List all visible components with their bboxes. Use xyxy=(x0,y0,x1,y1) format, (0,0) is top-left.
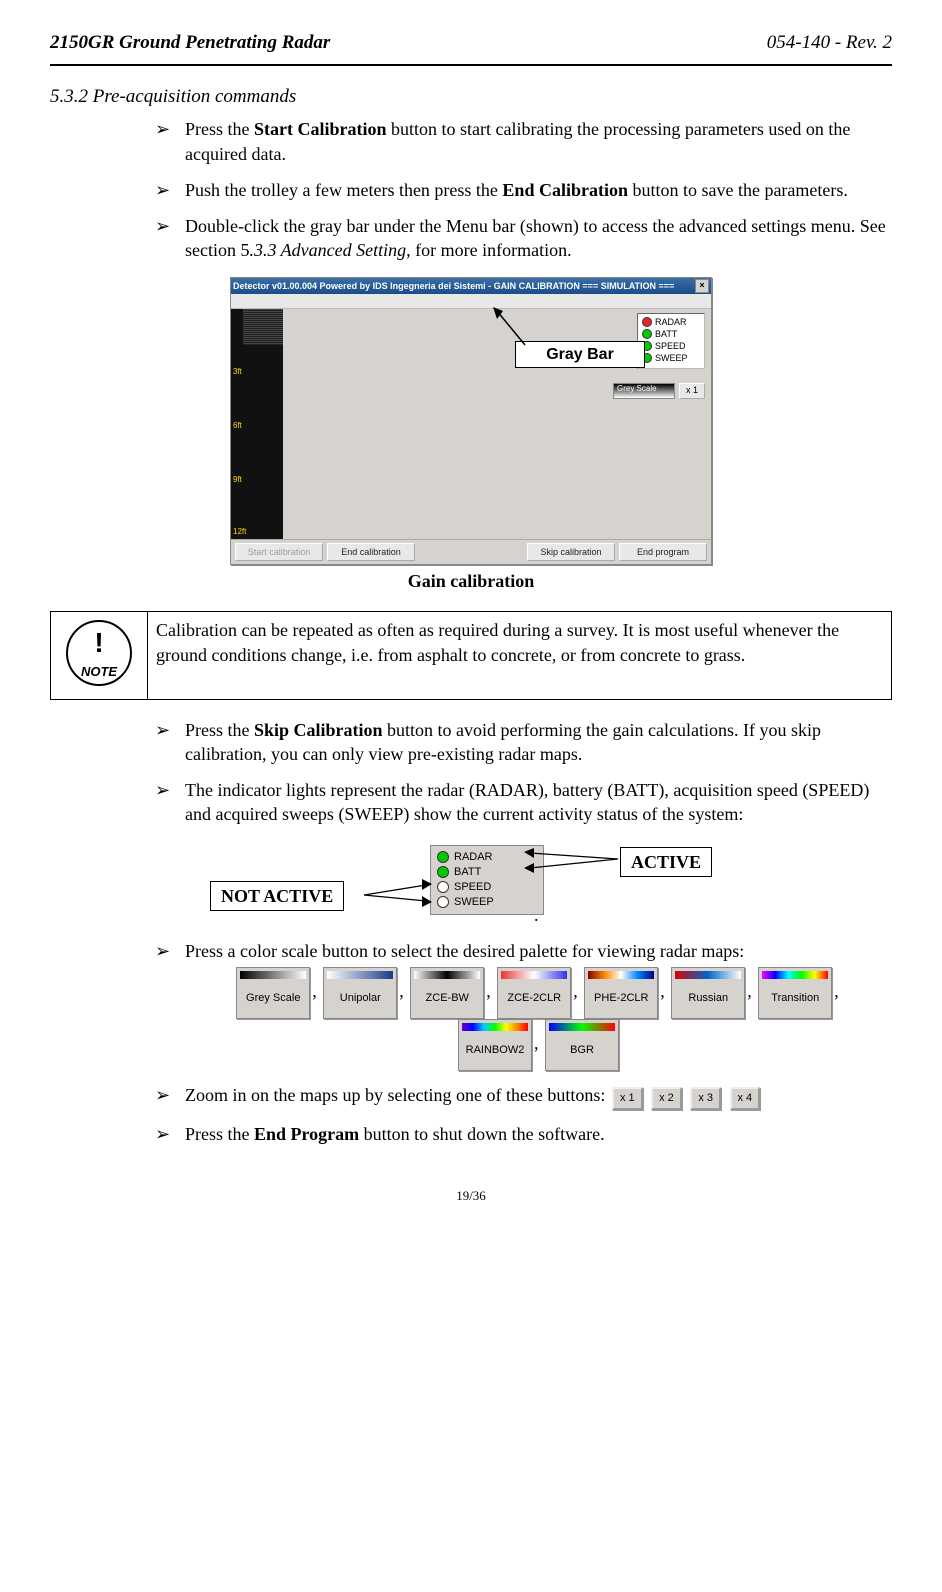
list-item: Push the trolley a few meters then press… xyxy=(155,178,892,202)
list-item: Zoom in on the maps up by selecting one … xyxy=(155,1083,892,1110)
section-heading: 5.3.2 Pre-acquisition commands xyxy=(50,84,892,110)
indicator-row: SWEEP xyxy=(437,895,537,910)
end-program-button[interactable]: End program xyxy=(619,543,707,561)
indicator-diagram: RADAR BATT SPEED SWEEP . ACTIVE NOT ACTI… xyxy=(50,841,892,921)
bullet-list-a: Press the Start Calibration button to st… xyxy=(50,117,892,262)
indicator-row: RADAR xyxy=(437,850,537,865)
app-window: Detector v01.00.004 Powered by IDS Ingeg… xyxy=(230,277,712,565)
bullet-list-c: Press a color scale button to select the… xyxy=(50,939,892,1147)
dot-icon xyxy=(642,329,652,339)
figure-caption: Gain calibration xyxy=(50,569,892,593)
label-active: ACTIVE xyxy=(620,847,712,877)
radar-noise xyxy=(243,309,283,345)
radar-strip: 3ft 6ft 9ft 12ft xyxy=(231,309,283,539)
dot-icon xyxy=(437,866,449,878)
swatch-icon xyxy=(762,971,828,979)
end-calibration-button[interactable]: End calibration xyxy=(327,543,415,561)
swatch-icon xyxy=(462,1023,528,1031)
indicator-row: SPEED xyxy=(437,880,537,895)
list-item: Press the Start Calibration button to st… xyxy=(155,117,892,166)
header-right: 054-140 - Rev. 2 xyxy=(767,30,892,56)
status-row: SPEED xyxy=(642,340,700,352)
figure-gain-calibration: Detector v01.00.004 Powered by IDS Ingeg… xyxy=(50,277,892,565)
start-calibration-button[interactable]: Start calibration xyxy=(235,543,323,561)
palette-unipolar[interactable]: Unipolar xyxy=(323,967,397,1019)
swatch-icon xyxy=(675,971,741,979)
swatch-icon xyxy=(588,971,654,979)
dot-icon xyxy=(437,851,449,863)
palette-rainbow2[interactable]: RAINBOW2 xyxy=(458,1019,532,1071)
header-left: 2150GR Ground Penetrating Radar xyxy=(50,30,330,56)
status-row: BATT xyxy=(642,328,700,340)
zoom-buttons: x 1 x 2 x 3 x 4 xyxy=(610,1083,762,1110)
status-row: SWEEP xyxy=(642,352,700,364)
indicator-row: BATT xyxy=(437,865,537,880)
swatch-icon xyxy=(414,971,480,979)
dot-icon xyxy=(642,317,652,327)
palette-transition[interactable]: Transition xyxy=(758,967,832,1019)
palette-bgr[interactable]: BGR xyxy=(545,1019,619,1071)
page-header: 2150GR Ground Penetrating Radar 054-140 … xyxy=(50,30,892,66)
palette-phe-2clr[interactable]: PHE-2CLR xyxy=(584,967,658,1019)
note-text: Calibration can be repeated as often as … xyxy=(148,612,892,699)
skip-calibration-button[interactable]: Skip calibration xyxy=(527,543,615,561)
scale-selector: Grey Scale x 1 xyxy=(613,383,705,399)
palette-russian[interactable]: Russian xyxy=(671,967,745,1019)
note-icon: ! NOTE xyxy=(66,620,132,686)
label-not-active: NOT ACTIVE xyxy=(210,881,344,911)
swatch-icon xyxy=(549,1023,615,1031)
status-row: RADAR xyxy=(642,316,700,328)
titlebar: Detector v01.00.004 Powered by IDS Ingeg… xyxy=(231,278,711,294)
zoom-x3-button[interactable]: x 3 xyxy=(690,1087,721,1110)
page-number: 19/36 xyxy=(50,1187,892,1205)
list-item: Press a color scale button to select the… xyxy=(155,939,892,1071)
palette-zce-bw[interactable]: ZCE-BW xyxy=(410,967,484,1019)
bottom-bar: Start calibration End calibration Skip c… xyxy=(231,539,711,564)
zoom-x1-button[interactable]: x 1 xyxy=(612,1087,643,1110)
app-body: 3ft 6ft 9ft 12ft RADAR BATT SPEED SWEEP … xyxy=(231,309,711,539)
bullet-list-b: Press the Skip Calibration button to avo… xyxy=(50,718,892,827)
status-panel: RADAR BATT SPEED SWEEP xyxy=(637,313,705,369)
close-icon[interactable]: × xyxy=(695,279,709,293)
zoom-x4-button[interactable]: x 4 xyxy=(730,1087,761,1110)
dot-icon xyxy=(437,881,449,893)
swatch-icon xyxy=(240,971,306,979)
callout-gray-bar: Gray Bar xyxy=(515,341,645,369)
swatch-icon xyxy=(501,971,567,979)
note-box: ! NOTE Calibration can be repeated as of… xyxy=(50,611,892,699)
palette-row: Grey Scale, Unipolar, ZCE-BW, ZCE-2CLR, … xyxy=(185,967,892,1071)
list-item: Double-click the gray bar under the Menu… xyxy=(155,214,892,263)
indicator-panel: RADAR BATT SPEED SWEEP xyxy=(430,845,544,915)
palette-grey-scale[interactable]: Grey Scale xyxy=(236,967,310,1019)
multiplier-button[interactable]: x 1 xyxy=(679,383,705,399)
dot-icon xyxy=(437,896,449,908)
list-item: The indicator lights represent the radar… xyxy=(155,778,892,827)
grey-scale-swatch[interactable]: Grey Scale xyxy=(613,383,675,399)
gray-bar[interactable] xyxy=(231,294,711,309)
list-item: Press the Skip Calibration button to avo… xyxy=(155,718,892,767)
window-title: Detector v01.00.004 Powered by IDS Ingeg… xyxy=(233,280,674,292)
zoom-x2-button[interactable]: x 2 xyxy=(651,1087,682,1110)
note-icon-cell: ! NOTE xyxy=(51,612,148,699)
palette-zce-2clr[interactable]: ZCE-2CLR xyxy=(497,967,571,1019)
swatch-icon xyxy=(327,971,393,979)
list-item: Press the End Program button to shut dow… xyxy=(155,1122,892,1146)
